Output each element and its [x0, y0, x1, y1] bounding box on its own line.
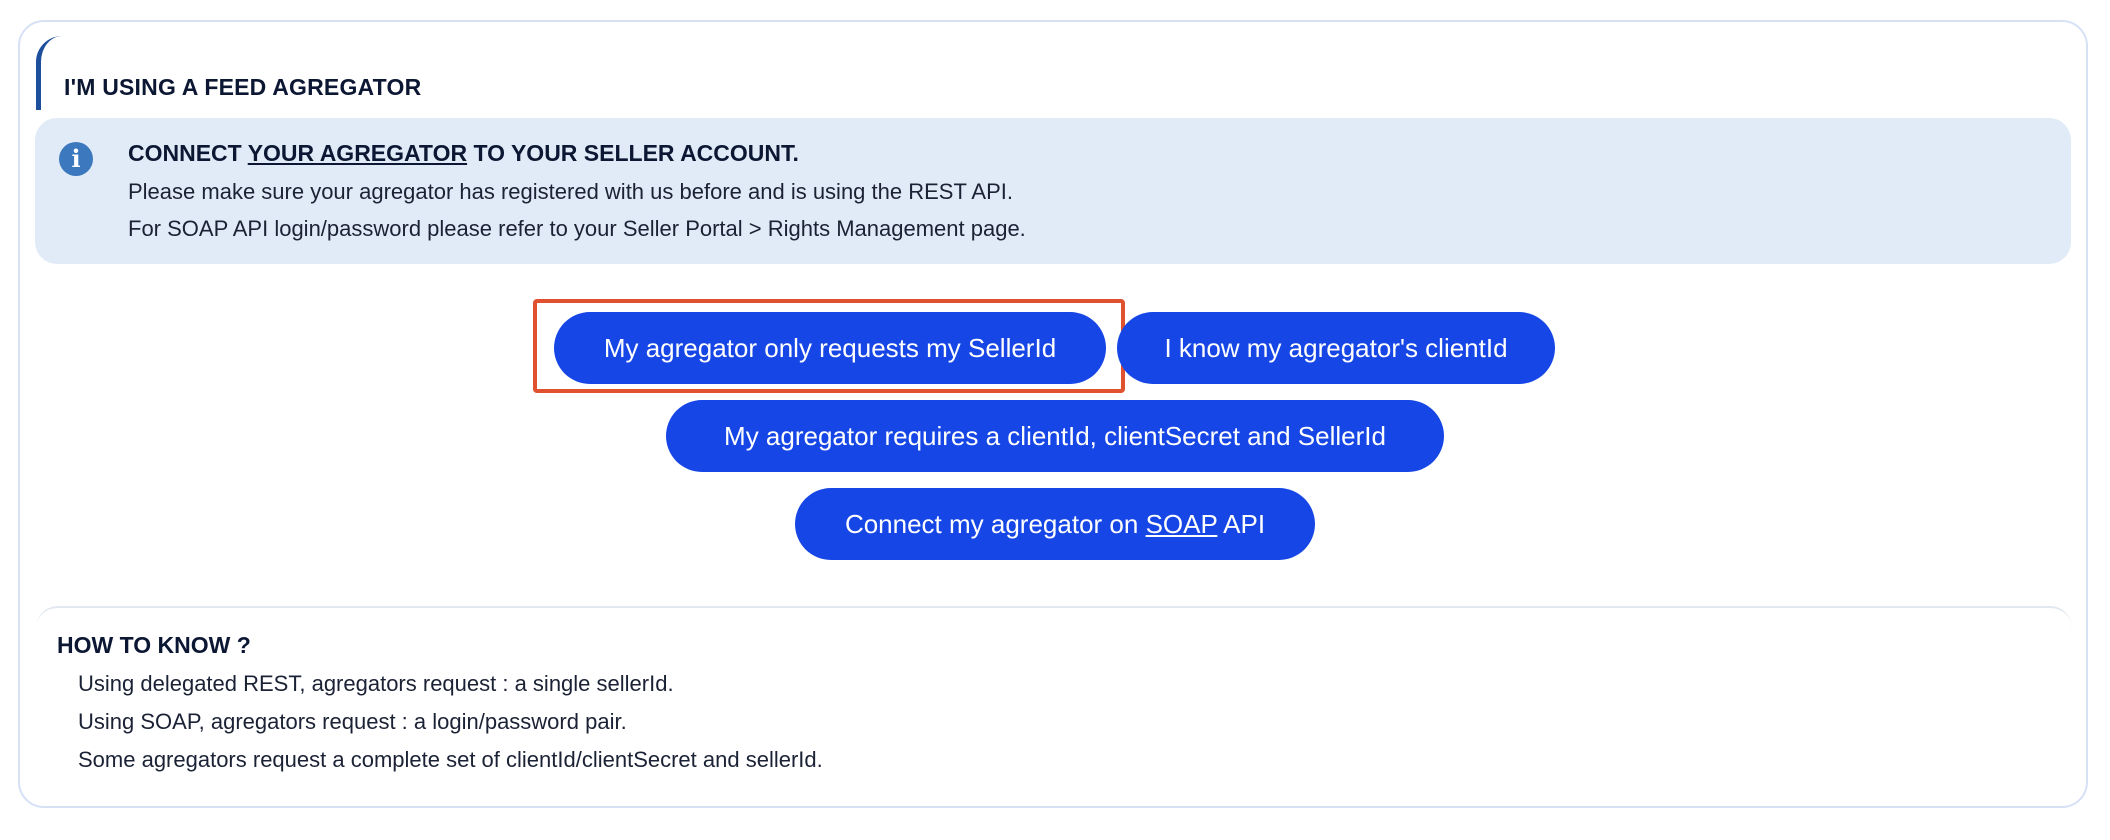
section-title: I'M USING A FEED AGREGATOR	[64, 74, 422, 100]
info-panel: i CONNECT YOUR AGREGATOR TO YOUR SELLER …	[35, 118, 2071, 264]
how-to-know-rest: Using delegated REST, agregators request…	[78, 671, 674, 696]
your-agregator-link[interactable]: YOUR AGREGATOR	[248, 140, 467, 166]
soap-link: SOAP	[1145, 509, 1218, 539]
section-header: I'M USING A FEED AGREGATOR	[36, 36, 736, 110]
info-text-rest: Please make sure your agregator has regi…	[128, 179, 1013, 204]
client-secret-seller-id-button[interactable]: My agregator requires a clientId, client…	[666, 400, 1444, 472]
info-text-soap: For SOAP API login/password please refer…	[128, 216, 1026, 241]
info-icon: i	[59, 142, 93, 176]
how-to-know-panel: HOW TO KNOW ? Using delegated REST, agre…	[36, 606, 2072, 798]
how-to-know-complete-set: Some agregators request a complete set o…	[78, 747, 823, 772]
how-to-know-title: HOW TO KNOW ?	[57, 632, 251, 658]
info-heading-suffix: TO YOUR SELLER ACCOUNT.	[467, 140, 799, 166]
info-heading: CONNECT YOUR AGREGATOR TO YOUR SELLER AC…	[128, 140, 799, 167]
soap-button-suffix: API	[1217, 509, 1266, 539]
agregator-card: I'M USING A FEED AGREGATOR i CONNECT YOU…	[18, 20, 2088, 808]
soap-button-prefix: Connect my agregator on	[844, 509, 1146, 539]
info-heading-prefix: CONNECT	[128, 140, 248, 166]
how-to-know-soap: Using SOAP, agregators request : a login…	[78, 709, 627, 734]
seller-id-only-button[interactable]: My agregator only requests my SellerId	[554, 312, 1106, 384]
soap-api-button[interactable]: Connect my agregator on SOAP API	[795, 488, 1315, 560]
know-client-id-button[interactable]: I know my agregator's clientId	[1117, 312, 1555, 384]
